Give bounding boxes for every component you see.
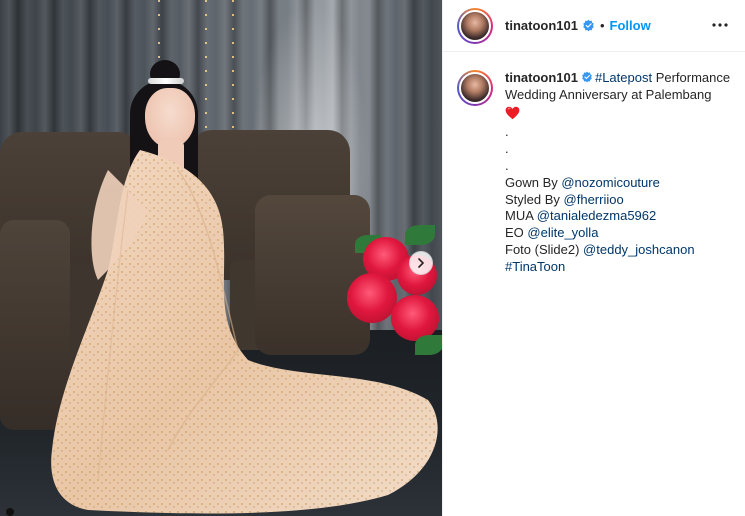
verified-badge-icon [582, 71, 592, 83]
more-options-button[interactable] [709, 14, 731, 36]
caption-dot: . [505, 124, 509, 140]
caption-gown-credit: Gown By @nozomicouture [505, 175, 733, 192]
avatar[interactable] [459, 9, 491, 42]
caption-styled-credit: Styled By @fherriioo [505, 192, 733, 209]
caption-line-2: Wedding Anniversary at Palembang [505, 86, 712, 102]
caption: tinatoon101 #Latepost Performance Weddin… [443, 52, 745, 276]
red-heart-emoji-icon [505, 106, 520, 119]
caption-avatar[interactable] [459, 72, 491, 104]
separator-dot: • [599, 18, 605, 33]
caption-dot: . [505, 141, 509, 157]
mention-nozomicouture[interactable]: @nozomicouture [561, 175, 659, 190]
eo-label: EO [505, 225, 528, 241]
gown [48, 150, 442, 516]
post-photo[interactable] [0, 0, 442, 516]
caption-avatar-ring[interactable] [457, 70, 493, 106]
follow-button[interactable]: Follow [610, 18, 651, 33]
header-username[interactable]: tinatoon101 [505, 18, 578, 33]
verified-badge-icon [583, 19, 594, 32]
chevron-right-icon [418, 258, 424, 268]
carousel-next-button[interactable] [409, 251, 433, 275]
mention-fherriioo[interactable]: @fherriioo [564, 192, 624, 207]
caption-mua-credit: MUA @tanialedezma5962 [505, 208, 733, 225]
foto-label: Foto (Slide2) [505, 241, 584, 257]
caption-username[interactable]: tinatoon101 [505, 70, 578, 85]
mua-label: MUA [505, 208, 537, 224]
post-header: tinatoon101 • Follow [443, 0, 745, 52]
caption-dot: . [505, 157, 509, 173]
post-side-panel: tinatoon101 • Follow tinatoon101 #Latepo… [442, 0, 745, 516]
caption-foto-credit: Foto (Slide2) @teddy_joshcanon [505, 242, 733, 259]
tiara [148, 78, 184, 84]
caption-text: tinatoon101 #Latepost Performance Weddin… [505, 70, 733, 276]
mention-teddy-joshcanon[interactable]: @teddy_joshcanon [583, 242, 695, 257]
gown-label: Gown By [505, 174, 562, 190]
caption-hashtag-line: #TinaToon [505, 259, 733, 276]
hashtag-tinatoon[interactable]: #TinaToon [505, 259, 565, 274]
mention-tanialedezma5962[interactable]: @tanialedezma5962 [537, 208, 656, 223]
hashtag-latepost[interactable]: #Latepost [595, 70, 652, 85]
corner-indicator [6, 508, 14, 516]
caption-performance: Performance [652, 70, 731, 85]
avatar-story-ring[interactable] [457, 7, 493, 44]
mention-elite-yolla[interactable]: @elite_yolla [527, 225, 598, 240]
face [145, 88, 195, 148]
more-horizontal-icon [712, 23, 728, 27]
caption-line-1: tinatoon101 #Latepost Performance [505, 70, 733, 87]
styled-label: Styled By [505, 191, 564, 207]
caption-eo-credit: EO @elite_yolla [505, 225, 733, 242]
caption-heart-line [505, 104, 733, 125]
